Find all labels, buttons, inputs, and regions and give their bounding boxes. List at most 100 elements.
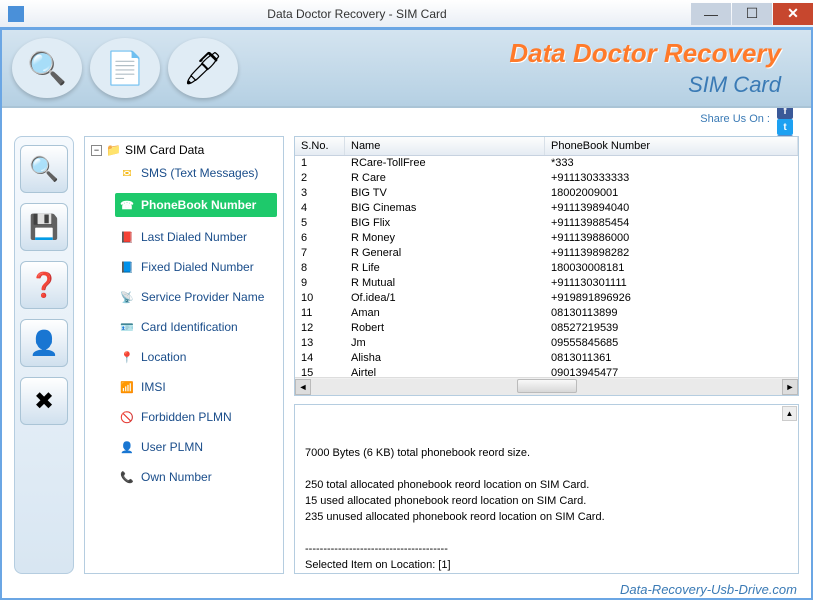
cell-name: Aman: [345, 306, 545, 321]
tree-item-label: Card Identification: [141, 320, 238, 334]
table-row[interactable]: 5BIG Flix+911139885454: [295, 216, 798, 231]
column-header-number[interactable]: PhoneBook Number: [545, 137, 798, 155]
cell-sno: 12: [295, 321, 345, 336]
tree-item[interactable]: 📍 Location: [115, 347, 277, 367]
table-row[interactable]: 11Aman08130113899: [295, 306, 798, 321]
tree-item-icon: ☎: [119, 197, 135, 213]
horizontal-scrollbar[interactable]: ◄ ►: [295, 377, 798, 395]
cell-number: +911139886000: [545, 231, 798, 246]
tree-item-icon: 📘: [119, 259, 135, 275]
cell-number: 09555845685: [545, 336, 798, 351]
close-button[interactable]: ✕: [773, 3, 813, 25]
table-row[interactable]: 9R Mutual+911130301111: [295, 276, 798, 291]
tree-collapse-icon[interactable]: −: [91, 145, 102, 156]
tree-item[interactable]: 🚫 Forbidden PLMN: [115, 407, 277, 427]
cell-number: +911130333333: [545, 171, 798, 186]
tree-item-label: IMSI: [141, 380, 166, 394]
tree-item-label: Forbidden PLMN: [141, 410, 232, 424]
tree-item[interactable]: 👤User PLMN: [115, 437, 277, 457]
cell-sno: 9: [295, 276, 345, 291]
tree-item[interactable]: ☎PhoneBook Number: [115, 193, 277, 217]
cell-sno: 1: [295, 156, 345, 171]
footer-link[interactable]: Data-Recovery-Usb-Drive.com: [620, 582, 797, 597]
tree-item[interactable]: 📘 Fixed Dialed Number: [115, 257, 277, 277]
window-title: Data Doctor Recovery - SIM Card: [24, 7, 690, 21]
table-row[interactable]: 1RCare-TollFree*333: [295, 156, 798, 171]
folder-icon: 📁: [106, 143, 121, 157]
tree-root-label: SIM Card Data: [125, 143, 204, 157]
tree-item[interactable]: 📕 Last Dialed Number: [115, 227, 277, 247]
phonebook-table: S.No. Name PhoneBook Number 1RCare-TollF…: [294, 136, 799, 396]
app-subtitle: SIM Card: [688, 72, 781, 98]
scroll-up-icon[interactable]: ▲: [782, 406, 797, 421]
cell-number: 08130113899: [545, 306, 798, 321]
cell-sno: 2: [295, 171, 345, 186]
tree-item[interactable]: 📶IMSI: [115, 377, 277, 397]
table-row[interactable]: 10Of.idea/1+919891896926: [295, 291, 798, 306]
cell-sno: 4: [295, 201, 345, 216]
table-row[interactable]: 8R Life180030008181: [295, 261, 798, 276]
tree-item-icon: 📕: [119, 229, 135, 245]
tree-item-label: Last Dialed Number: [141, 230, 247, 244]
scroll-left-icon[interactable]: ◄: [295, 379, 311, 395]
save-report-button[interactable]: 💾: [20, 203, 68, 251]
tree-item-icon: 🚫: [119, 409, 135, 425]
column-header-sno[interactable]: S.No.: [295, 137, 345, 155]
twitter-icon[interactable]: t: [777, 119, 793, 135]
maximize-button[interactable]: ☐: [732, 3, 772, 25]
cell-sno: 15: [295, 366, 345, 377]
cell-sno: 3: [295, 186, 345, 201]
scan-sim-button[interactable]: 🔍: [20, 145, 68, 193]
cell-number: +911139894040: [545, 201, 798, 216]
cell-sno: 8: [295, 261, 345, 276]
cell-name: BIG TV: [345, 186, 545, 201]
tree-item[interactable]: 📞Own Number: [115, 467, 277, 487]
scroll-right-icon[interactable]: ►: [782, 379, 798, 395]
minimize-button[interactable]: —: [691, 3, 731, 25]
cell-number: +911139898282: [545, 246, 798, 261]
tree-item[interactable]: ✉SMS (Text Messages): [115, 163, 277, 183]
cell-name: Of.idea/1: [345, 291, 545, 306]
column-header-name[interactable]: Name: [345, 137, 545, 155]
titlebar: Data Doctor Recovery - SIM Card — ☐ ✕: [0, 0, 813, 28]
table-row[interactable]: 4BIG Cinemas+911139894040: [295, 201, 798, 216]
tree-item[interactable]: 🪪Card Identification: [115, 317, 277, 337]
tree-panel: − 📁 SIM Card Data ✉SMS (Text Messages) ☎P…: [84, 136, 284, 574]
cell-name: Robert: [345, 321, 545, 336]
share-label: Share Us On :: [700, 113, 770, 125]
tree-item-icon: 📍: [119, 349, 135, 365]
cell-number: 180030008181: [545, 261, 798, 276]
tree-item[interactable]: 📡Service Provider Name: [115, 287, 277, 307]
cell-name: R General: [345, 246, 545, 261]
tree-item-label: Location: [141, 350, 186, 364]
cell-name: R Money: [345, 231, 545, 246]
cell-name: BIG Cinemas: [345, 201, 545, 216]
info-text: 7000 Bytes (6 KB) total phonebook reord …: [305, 447, 605, 574]
cell-name: R Life: [345, 261, 545, 276]
table-row[interactable]: 12Robert08527219539: [295, 321, 798, 336]
scroll-thumb[interactable]: [517, 379, 577, 393]
exit-button[interactable]: ✖: [20, 377, 68, 425]
cell-sno: 11: [295, 306, 345, 321]
tree-item-label: SMS (Text Messages): [141, 166, 258, 180]
table-row[interactable]: 6R Money+911139886000: [295, 231, 798, 246]
table-row[interactable]: 7R General+911139898282: [295, 246, 798, 261]
about-button[interactable]: 👤: [20, 319, 68, 367]
info-panel: ▲ 7000 Bytes (6 KB) total phonebook reor…: [294, 404, 799, 574]
help-button[interactable]: ❓: [20, 261, 68, 309]
app-frame: 🔍 📄 🖊 Data Doctor Recovery SIM Card Shar…: [0, 28, 813, 600]
table-row[interactable]: 14Alisha0813011361: [295, 351, 798, 366]
table-row[interactable]: 2R Care+911130333333: [295, 171, 798, 186]
cell-name: RCare-TollFree: [345, 156, 545, 171]
table-row[interactable]: 3BIG TV18002009001: [295, 186, 798, 201]
report-icon: 📄: [90, 38, 160, 98]
tree-item-label: Fixed Dialed Number: [141, 260, 254, 274]
tree-item-label: User PLMN: [141, 440, 203, 454]
table-row[interactable]: 15Airtel09013945477: [295, 366, 798, 377]
cell-number: *333: [545, 156, 798, 171]
cell-name: R Care: [345, 171, 545, 186]
pen-icon: 🖊: [168, 38, 238, 98]
table-row[interactable]: 13Jm09555845685: [295, 336, 798, 351]
sim-scan-icon: 🔍: [12, 38, 82, 98]
header-banner: 🔍 📄 🖊 Data Doctor Recovery SIM Card: [2, 30, 811, 108]
